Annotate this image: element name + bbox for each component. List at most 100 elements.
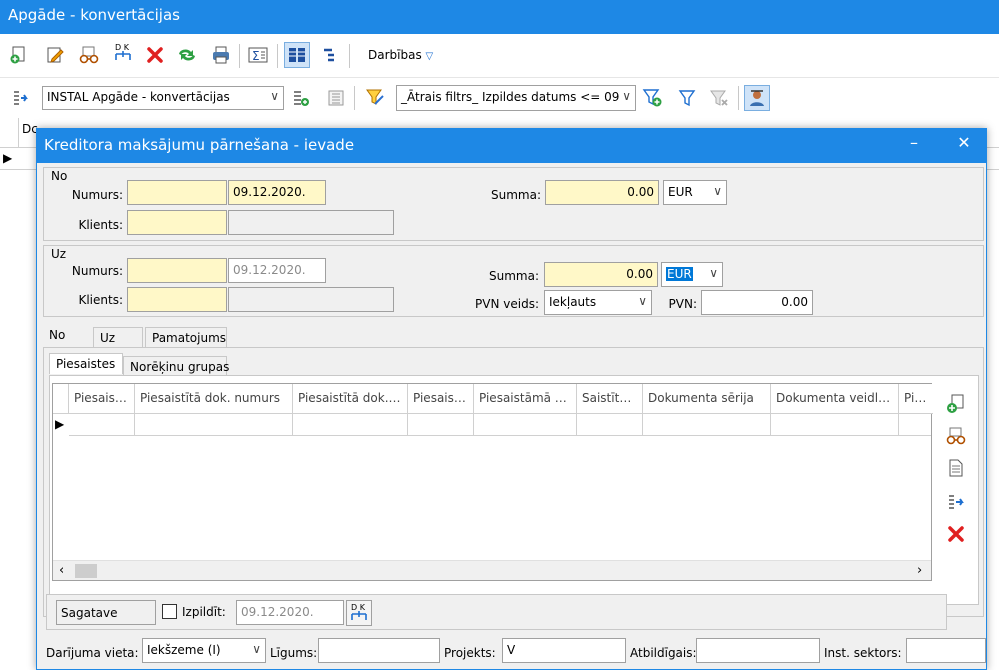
project-label: Projekts:: [444, 646, 496, 660]
grid-header[interactable]: Piesaistītā dok. numurs: [135, 384, 293, 414]
project-input[interactable]: V: [502, 638, 626, 663]
main-window-titlebar: Apgāde - konvertācijas: [0, 0, 999, 34]
vat-type-select[interactable]: Iekļauts ∨: [544, 290, 652, 315]
to-sum-input[interactable]: 0.00: [544, 262, 658, 287]
chevron-down-icon: ∨: [252, 642, 261, 656]
grid-header[interactable]: Piesaist...: [69, 384, 135, 414]
grid-cell[interactable]: [643, 414, 771, 436]
tab-to[interactable]: Uz: [93, 327, 143, 348]
execute-checkbox[interactable]: [162, 604, 177, 619]
to-number-input[interactable]: [127, 258, 227, 283]
grid-header[interactable]: Piesaistītā dok. ...: [293, 384, 408, 414]
dk-posting-icon[interactable]: D K: [112, 42, 134, 64]
chevron-down-icon: ∨: [713, 184, 722, 198]
minimize-icon[interactable]: –: [899, 133, 929, 157]
execute-date-input[interactable]: 09.12.2020.: [236, 600, 344, 625]
status-badge: Sagatave: [56, 600, 156, 625]
responsible-input[interactable]: [696, 638, 820, 663]
sector-label: Inst. sektors:: [824, 646, 902, 660]
to-client-input[interactable]: [127, 287, 227, 312]
from-currency-select[interactable]: EUR ∨: [663, 180, 727, 205]
grid-cell[interactable]: [577, 414, 643, 436]
grid-header[interactable]: Dokumenta veidla...: [771, 384, 899, 414]
delete-link-icon[interactable]: [944, 522, 968, 546]
view-link-icon[interactable]: [944, 424, 968, 448]
tree-view-icon[interactable]: [318, 44, 340, 66]
from-currency-value: EUR: [668, 185, 693, 199]
horizontal-scrollbar[interactable]: ‹ ›: [53, 560, 931, 580]
tab-basis[interactable]: Pamatojums: [145, 327, 227, 348]
vat-input[interactable]: 0.00: [701, 290, 813, 315]
to-date-input[interactable]: 09.12.2020.: [228, 258, 326, 283]
grid-cell[interactable]: [771, 414, 899, 436]
grid-header[interactable]: Piesaistāmā s...: [474, 384, 577, 414]
from-number-input[interactable]: [127, 180, 227, 205]
actions-menu[interactable]: Darbības ▽: [368, 48, 433, 62]
columns-view-icon[interactable]: [284, 42, 310, 68]
grid-cell[interactable]: [899, 414, 931, 436]
add-link-icon[interactable]: [944, 392, 968, 416]
to-number-label: Numurs:: [71, 264, 123, 278]
from-sum-input[interactable]: 0.00: [545, 180, 659, 205]
dk-posting-button[interactable]: D K: [346, 600, 372, 626]
to-client-label: Klients:: [78, 293, 123, 307]
grid-header[interactable]: Piesa: [899, 384, 933, 414]
grid-cell[interactable]: [135, 414, 293, 436]
tab-from[interactable]: No: [43, 325, 85, 345]
chevron-down-icon: ∨: [622, 89, 631, 103]
close-icon[interactable]: ✕: [949, 133, 979, 157]
clear-filter-icon[interactable]: [708, 87, 730, 109]
print-icon[interactable]: [210, 44, 232, 66]
scroll-left-icon[interactable]: ‹: [59, 563, 64, 578]
links-grid: Piesaist... Piesaistītā dok. numurs Pies…: [52, 383, 933, 581]
add-filter-icon[interactable]: [642, 87, 664, 109]
grid-cell[interactable]: [408, 414, 474, 436]
vat-label: PVN:: [668, 297, 697, 311]
add-view-icon[interactable]: [290, 87, 312, 109]
grid-header[interactable]: Dokumenta sērija: [643, 384, 771, 414]
view-selector-value: INSTAL Apgāde - konvertācijas: [47, 90, 230, 104]
grid-cell[interactable]: [69, 414, 135, 436]
grid-cell[interactable]: [293, 414, 408, 436]
from-date-input[interactable]: 09.12.2020.: [228, 180, 326, 205]
from-group-label: No: [51, 169, 68, 183]
main-toolbar: D K Σ Darbības ▽: [0, 34, 999, 78]
svg-text:D K: D K: [351, 603, 366, 612]
contract-input[interactable]: [318, 638, 440, 663]
view-toolbar: INSTAL Apgāde - konvertācijas ∨ _Ātrais …: [0, 78, 999, 118]
quick-filter-combo[interactable]: _Ātrais filtrs_ Izpildes datums <= 09 ∨: [396, 85, 636, 111]
contract-label: Līgums:: [270, 646, 318, 660]
dialog-titlebar: Kreditora maksājumu pārnešana - ievade: [37, 129, 986, 163]
import-link-icon[interactable]: [944, 490, 968, 514]
view-glasses-icon[interactable]: [78, 44, 100, 66]
vat-type-label: PVN veids:: [475, 297, 539, 311]
actions-menu-label: Darbības: [368, 48, 422, 62]
subtab-settlement-groups[interactable]: Norēķinu grupas: [123, 356, 229, 377]
main-window-title: Apgāde - konvertācijas: [8, 6, 180, 24]
grid-header[interactable]: Piesaist...: [408, 384, 474, 414]
dk-posting-icon: D K: [351, 603, 367, 620]
user-filter-icon[interactable]: [744, 85, 770, 111]
responsible-label: Atbildīgais:: [630, 646, 697, 660]
document-icon[interactable]: [944, 456, 968, 480]
sector-input[interactable]: [906, 638, 986, 663]
export-list-icon[interactable]: [10, 87, 32, 109]
sum-icon[interactable]: Σ: [247, 44, 269, 66]
view-settings-icon[interactable]: [325, 87, 347, 109]
scrollbar-thumb[interactable]: [75, 564, 97, 578]
refresh-icon[interactable]: [176, 44, 198, 66]
delete-icon[interactable]: [144, 44, 166, 66]
filter-icon[interactable]: [676, 87, 698, 109]
to-currency-select[interactable]: EUR ∨: [661, 262, 723, 287]
from-client-name: [228, 210, 394, 235]
new-document-icon[interactable]: [8, 44, 30, 66]
grid-cell[interactable]: [474, 414, 577, 436]
subtab-links[interactable]: Piesaistes: [49, 353, 123, 374]
scroll-right-icon[interactable]: ›: [917, 563, 922, 578]
place-select[interactable]: Iekšzeme (I) ∨: [142, 638, 266, 663]
edit-icon[interactable]: [44, 44, 66, 66]
filter-edit-icon[interactable]: [364, 87, 386, 109]
from-client-input[interactable]: [127, 210, 227, 235]
grid-header[interactable]: Saistītā...: [577, 384, 643, 414]
view-selector-combo[interactable]: INSTAL Apgāde - konvertācijas ∨: [42, 86, 284, 110]
